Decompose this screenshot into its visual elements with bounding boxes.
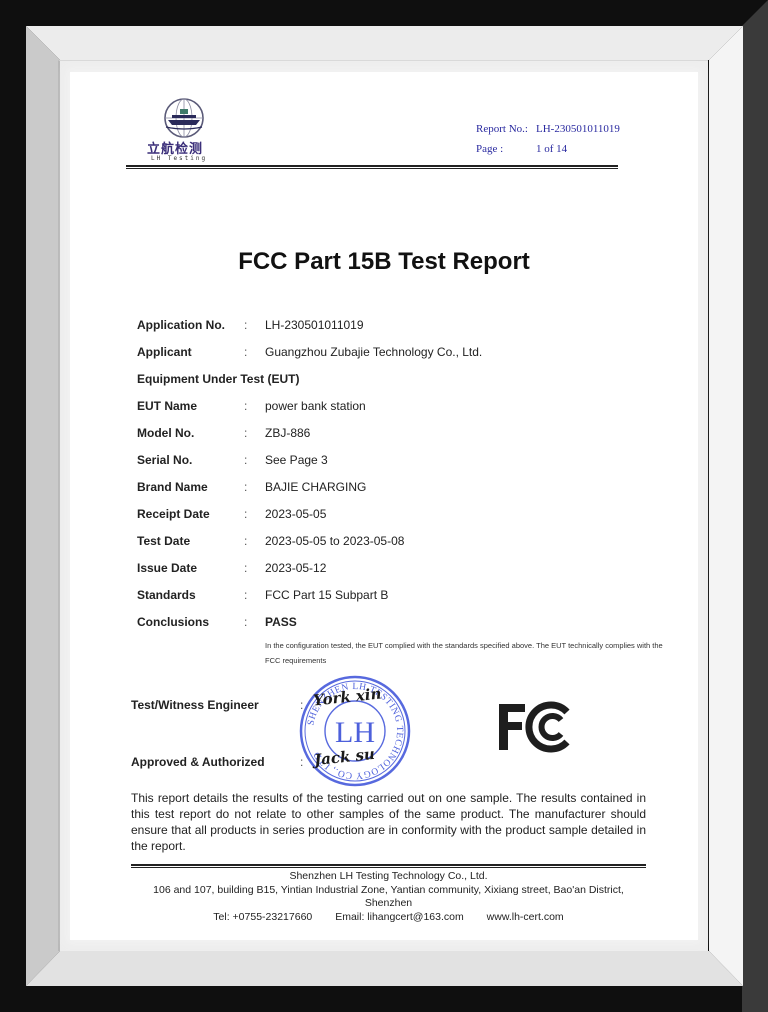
field-label: Serial No. [137, 453, 193, 467]
field-label: Receipt Date [137, 507, 210, 521]
field-value: Guangzhou Zubajie Technology Co., Ltd. [265, 345, 483, 359]
field-value: 2023-05-12 [265, 561, 327, 575]
field-value: See Page 3 [265, 453, 328, 467]
footer-tel: Tel: +0755-23217660 [213, 910, 313, 923]
field-label: Test Date [137, 534, 191, 548]
field-label: Issue Date [137, 561, 198, 575]
field-colon: : [244, 615, 248, 629]
field-value: 2023-05-05 to 2023-05-08 [265, 534, 405, 548]
footer-company: Shenzhen LH Testing Technology Co., Ltd. [289, 870, 488, 882]
document-content: 立航检测 LH Testing Report No.: LH-2305010110… [0, 0, 768, 1012]
conclusion-result: PASS [265, 615, 297, 629]
field-colon: : [244, 426, 248, 440]
field-label: Applicant [137, 345, 192, 359]
field-colon: : [244, 318, 248, 332]
report-number-row: Report No.: LH-230501011019 [476, 122, 620, 142]
field-label: Brand Name [137, 480, 208, 494]
page-row: Page : 1 of 14 [476, 142, 620, 162]
footer-address: 106 and 107, building B15, Yintian Indus… [153, 883, 624, 910]
field-value: power bank station [265, 399, 366, 413]
footer: Shenzhen LH Testing Technology Co., Ltd.… [131, 870, 646, 924]
field-label: Application No. [137, 318, 225, 332]
field-value: ZBJ-886 [265, 426, 311, 440]
approver-label: Approved & Authorized [131, 755, 265, 769]
field-colon: : [244, 534, 248, 548]
footer-divider [131, 864, 646, 868]
field-value: BAJIE CHARGING [265, 480, 367, 494]
field-colon: : [244, 507, 248, 521]
field-colon: : [244, 480, 248, 494]
page-value: 1 of 14 [536, 143, 568, 155]
footer-website[interactable]: www.lh-cert.com [487, 911, 564, 923]
field-colon: : [244, 453, 248, 467]
field-colon: : [244, 561, 248, 575]
field-label: Model No. [137, 426, 195, 440]
field-label: Conclusions [137, 615, 210, 629]
field-colon: : [244, 588, 248, 602]
report-title: FCC Part 15B Test Report [238, 248, 530, 275]
report-number-label: Report No.: [476, 123, 528, 135]
page-label: Page : [476, 143, 504, 155]
engineer-label: Test/Witness Engineer [131, 698, 259, 712]
fcc-logo-icon [499, 701, 570, 753]
report-number-value: LH-230501011019 [536, 123, 620, 135]
footer-email[interactable]: Email: lihangcert@163.com [335, 911, 464, 923]
field-value: 2023-05-05 [265, 507, 327, 521]
field-label: EUT Name [137, 399, 198, 413]
disclaimer-paragraph: This report details the results of the t… [131, 791, 646, 853]
stamp-center-text: LH [335, 716, 375, 749]
conclusion-note: In the configuration tested, the EUT com… [265, 641, 663, 665]
field-colon: : [244, 399, 248, 413]
section-label: Equipment Under Test (EUT) [137, 372, 300, 386]
header-divider [126, 165, 618, 169]
field-value: LH-230501011019 [265, 318, 364, 332]
logo-english-text: LH Testing [151, 155, 208, 162]
field-colon: : [244, 345, 248, 359]
field-label: Standards [137, 588, 196, 602]
field-value: FCC Part 15 Subpart B [265, 588, 389, 602]
report-meta: Report No.: LH-230501011019 Page : 1 of 14 [476, 122, 620, 162]
footer-contact: Tel: +0755-23217660 Email: lihangcert@16… [131, 911, 646, 925]
